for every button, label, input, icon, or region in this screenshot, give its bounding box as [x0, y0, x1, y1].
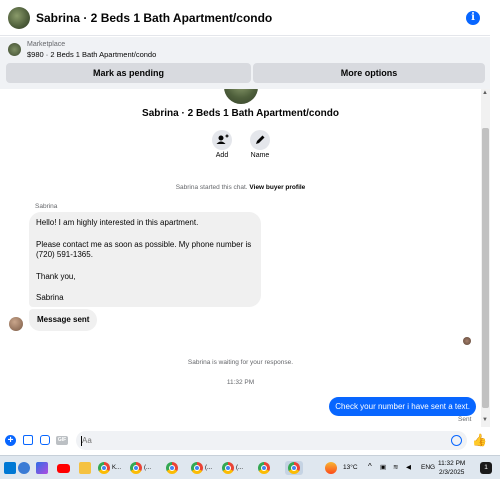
more-options-button[interactable]: More options: [253, 63, 485, 83]
chrome-icon[interactable]: [285, 461, 303, 475]
add-person-icon[interactable]: [212, 130, 232, 150]
incoming-message-bubble[interactable]: Hello! I am highly interested in this ap…: [29, 212, 261, 307]
wifi-icon[interactable]: ≋: [393, 463, 398, 471]
scroll-down-arrow-icon[interactable]: ▼: [482, 417, 488, 423]
taskbar-app-label: K...: [112, 465, 122, 471]
chevron-up-icon[interactable]: ^: [368, 462, 372, 471]
file-explorer-icon[interactable]: [79, 461, 91, 475]
scroll-up-arrow-icon[interactable]: ▲: [482, 90, 488, 96]
header-title[interactable]: Sabrina · 2 Beds 1 Bath Apartment/condo: [36, 11, 272, 25]
pencil-icon[interactable]: [250, 130, 270, 150]
sent-status: Sent: [458, 416, 472, 423]
language-indicator[interactable]: ENG: [421, 464, 435, 471]
system-clock[interactable]: 11:32 PM 2/3/2025: [438, 459, 465, 477]
sender-avatar[interactable]: [9, 317, 23, 331]
outgoing-message-bubble[interactable]: Check your number i have sent a text.: [329, 397, 476, 416]
taskbar-app-label: (...: [205, 465, 212, 471]
conversation-title: Sabrina · 2 Beds 1 Bath Apartment/condo: [142, 108, 339, 119]
plus-icon[interactable]: +: [5, 435, 16, 446]
message-line: Sabrina: [36, 293, 64, 302]
listing-summary[interactable]: $980 · 2 Beds 1 Bath Apartment/condo: [27, 50, 156, 59]
waiting-notice: Sabrina is waiting for your response.: [187, 359, 294, 366]
taskbar-app-label: (...: [236, 465, 243, 471]
search-icon[interactable]: [18, 461, 30, 475]
name-action-label[interactable]: Name: [240, 152, 280, 159]
marketplace-bar: Marketplace $980 · 2 Beds 1 Bath Apartme…: [0, 37, 490, 89]
speaker-icon[interactable]: ◀: [406, 463, 411, 471]
message-line: Please contact me as soon as possible. M…: [36, 239, 252, 249]
taskbar-app-3[interactable]: (...: [191, 461, 212, 475]
message-sent-bubble[interactable]: Message sent: [29, 309, 98, 331]
clock-date: 2/3/2025: [439, 469, 465, 476]
listing-thumbnail[interactable]: [8, 43, 21, 56]
photo-icon[interactable]: [23, 435, 33, 445]
text-cursor: [81, 436, 82, 446]
chat-avatar[interactable]: [8, 6, 30, 29]
network-icon[interactable]: ▣: [380, 463, 386, 471]
message-input[interactable]: [76, 431, 467, 450]
message-line: Hello! I am highly interested in this ap…: [36, 218, 199, 227]
messenger-window: Sabrina · 2 Beds 1 Bath Apartment/condo …: [0, 0, 500, 479]
windows-start-icon[interactable]: [4, 461, 16, 475]
emoji-icon[interactable]: [451, 435, 462, 446]
gif-icon[interactable]: GIF: [56, 436, 68, 445]
taskbar-app-1[interactable]: K...: [98, 461, 121, 475]
chrome-icon[interactable]: [258, 461, 270, 475]
taskbar-app-4[interactable]: (...: [222, 461, 243, 475]
weather-temperature[interactable]: 13°C: [343, 464, 358, 471]
chrome-icon: [98, 462, 110, 474]
chat-started-notice: Sabrina started this chat. View buyer pr…: [0, 184, 481, 191]
taskbar-app-2[interactable]: (...: [130, 461, 151, 475]
read-receipt-avatar: [463, 337, 471, 345]
mark-as-pending-button[interactable]: Mark as pending: [6, 63, 251, 83]
message-composer: + GIF 👍: [0, 427, 490, 454]
chat-started-text: Sabrina started this chat.: [175, 184, 248, 191]
scrollbar-thumb[interactable]: [482, 128, 489, 408]
chrome-icon: [222, 462, 234, 474]
youtube-icon[interactable]: [57, 461, 70, 475]
message-timestamp: 11:32 PM: [226, 379, 255, 386]
copilot-icon[interactable]: [36, 461, 48, 475]
windows-taskbar: K... (... (... (... 13°C ^ ▣ ≋ ◀ ENG 11:…: [0, 455, 500, 479]
notification-badge[interactable]: 1: [480, 462, 492, 474]
view-buyer-profile-link[interactable]: View buyer profile: [249, 184, 305, 191]
taskbar-app-label: (...: [144, 465, 151, 471]
message-line: (720) 591-1365.: [36, 250, 93, 259]
chrome-icon[interactable]: [166, 461, 178, 475]
info-icon[interactable]: i: [466, 11, 480, 25]
sticker-icon[interactable]: [40, 435, 50, 445]
clock-time: 11:32 PM: [438, 460, 466, 467]
weather-icon[interactable]: [325, 461, 337, 475]
message-line: Thank you,: [36, 271, 76, 281]
marketplace-label: Marketplace: [27, 41, 66, 48]
chat-header: Sabrina · 2 Beds 1 Bath Apartment/condo …: [0, 0, 490, 36]
thumbs-up-icon[interactable]: 👍: [472, 433, 487, 447]
add-action-label[interactable]: Add: [202, 152, 242, 159]
chrome-icon: [130, 462, 142, 474]
chrome-icon: [191, 462, 203, 474]
sender-name: Sabrina: [35, 203, 58, 210]
